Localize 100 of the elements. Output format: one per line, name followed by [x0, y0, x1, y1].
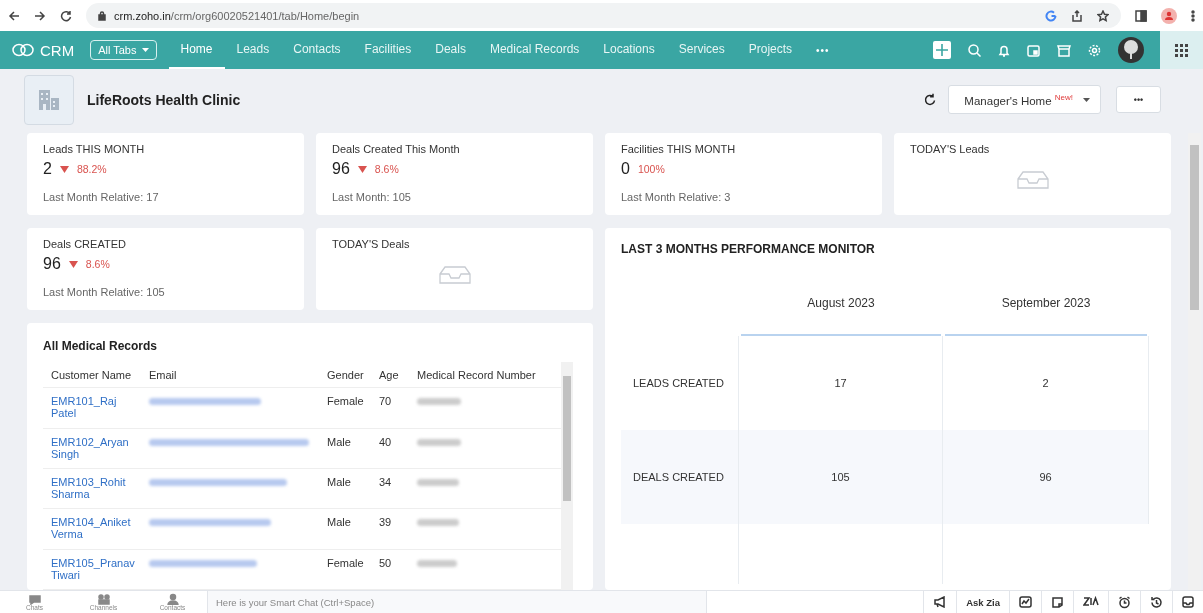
table-cell: 70 [371, 387, 409, 429]
people-icon [96, 592, 111, 605]
card-title: TODAY'S Leads [910, 143, 991, 155]
smart-chat-field[interactable]: Here is your Smart Chat (Ctrl+Space) [207, 591, 707, 613]
share-icon[interactable] [1071, 9, 1083, 22]
table-cell: 96 [1039, 471, 1052, 483]
scrollbar[interactable] [561, 362, 573, 590]
star-icon[interactable] [1097, 9, 1109, 22]
nav-tab[interactable]: Leads [224, 31, 282, 69]
app-grid-icon[interactable] [1175, 43, 1188, 57]
history-icon[interactable] [1150, 595, 1163, 609]
reload-icon[interactable] [60, 9, 72, 22]
blurred-record-number [417, 438, 461, 446]
note-icon[interactable] [1051, 596, 1064, 608]
card-title: Deals CREATED [43, 238, 127, 250]
home-view-dropdown[interactable]: Manager's Home $^{New!}$ [948, 85, 1101, 114]
record-link[interactable]: EMR104_Aniket Verma [51, 516, 133, 541]
table-cell: 39 [371, 508, 409, 550]
metric-value: 2 [43, 160, 52, 178]
more-options-button[interactable]: ••• [1116, 86, 1161, 113]
all-tabs-dropdown[interactable]: All Tabs [90, 40, 157, 60]
comparison-text: Last Month Relative: 3 [621, 191, 732, 203]
caret-icon [1083, 97, 1090, 102]
nav-tab[interactable]: Deals [423, 31, 478, 69]
chart-icon[interactable] [1019, 596, 1032, 608]
bell-icon[interactable] [998, 43, 1010, 57]
metric-value: 96 [43, 255, 61, 273]
back-icon[interactable] [8, 9, 20, 22]
change-percent: 100% [637, 163, 665, 175]
alarm-clock-icon[interactable] [1118, 595, 1131, 609]
nav-tab[interactable]: Medical Records [477, 31, 592, 69]
more-tabs-button[interactable]: ••• [804, 44, 842, 56]
forward-icon[interactable] [34, 9, 46, 22]
nav-tab[interactable]: Services [666, 31, 737, 69]
row-label: LEADS CREATED [633, 377, 724, 389]
table-cell: 2 [1042, 377, 1049, 389]
megaphone-icon[interactable] [933, 596, 948, 608]
comparison-text: Last Month Relative: 105 [43, 286, 166, 298]
metric-value: 96 [332, 160, 350, 178]
side-panel-icon[interactable] [1135, 9, 1147, 22]
refresh-icon[interactable] [923, 92, 938, 107]
column-header: Age [371, 362, 409, 388]
column-header: Customer Name [43, 362, 141, 388]
blurred-record-number [417, 559, 457, 567]
card-title: Facilities THIS MONTH [621, 143, 737, 155]
profile-icon[interactable] [1161, 7, 1177, 24]
table-cell: Female [319, 549, 371, 590]
empty-tray-icon [1016, 171, 1049, 189]
table-cell: Male [319, 508, 371, 550]
address-bar[interactable]: crm.zoho.in/crm/org60020521401/tab/Home/begin [86, 3, 1121, 28]
card-title: Deals Created This Month [332, 143, 461, 155]
card-title: LAST 3 MONTHS PERFORMANCE MONITOR [621, 242, 876, 256]
building-icon [37, 87, 61, 112]
brand-name: CRM [40, 41, 75, 59]
link-logo-icon [12, 43, 34, 57]
person-icon [165, 592, 180, 605]
record-link[interactable]: EMR102_Aryan Singh [51, 435, 133, 460]
metric-value: 0 [621, 160, 630, 178]
nav-tab[interactable]: Projects [736, 31, 805, 69]
record-link[interactable]: EMR105_Pranav Tiwari [51, 556, 133, 581]
ask-zia-button[interactable]: Ask Zia [956, 591, 1009, 613]
store-icon[interactable] [1057, 43, 1071, 57]
column-header: Email [141, 362, 319, 388]
table-cell: 34 [371, 468, 409, 509]
calendar-icon[interactable] [1027, 43, 1040, 57]
settings-icon[interactable] [1088, 43, 1101, 57]
record-link[interactable]: EMR103_Rohit Sharma [51, 475, 133, 500]
column-header: August 2023 [807, 296, 875, 310]
table-cell: Female [319, 387, 371, 429]
comparison-text: Last Month: 105 [332, 191, 412, 203]
comparison-text: Last Month Relative: 17 [43, 191, 160, 203]
card-title: TODAY'S Deals [332, 238, 411, 250]
nav-tab[interactable]: Facilities [352, 31, 424, 69]
kebab-menu-icon[interactable] [1191, 9, 1195, 22]
column-header: Gender [319, 362, 371, 388]
table-cell: 17 [834, 377, 847, 389]
tree-avatar-icon[interactable] [1118, 37, 1144, 63]
caret-icon [141, 48, 149, 52]
org-title: LifeRoots Health Clinic [87, 91, 242, 108]
chat-bubble-icon [27, 592, 42, 605]
table-cell: Male [319, 428, 371, 469]
change-percent: 8.6% [374, 163, 399, 175]
blurred-record-number [417, 478, 459, 486]
search-icon[interactable] [968, 43, 981, 57]
change-percent: 8.6% [85, 258, 110, 270]
column-header: September 2023 [1001, 296, 1091, 310]
inbox-icon[interactable] [1182, 596, 1194, 608]
change-percent: 88.2% [76, 163, 107, 175]
zia-logo-icon[interactable] [1083, 596, 1099, 608]
nav-tab[interactable]: Locations [591, 31, 667, 69]
table-cell: 40 [371, 428, 409, 469]
table-cell: Male [319, 468, 371, 509]
nav-tab[interactable]: Home [168, 31, 225, 69]
table-cell: 50 [371, 549, 409, 590]
record-link[interactable]: EMR101_Raj Patel [51, 395, 133, 420]
blurred-record-number [417, 519, 459, 527]
table-cell: 105 [831, 471, 850, 483]
blurred-record-number [417, 398, 461, 406]
nav-tab[interactable]: Contacts [281, 31, 353, 69]
empty-tray-icon [438, 266, 471, 284]
